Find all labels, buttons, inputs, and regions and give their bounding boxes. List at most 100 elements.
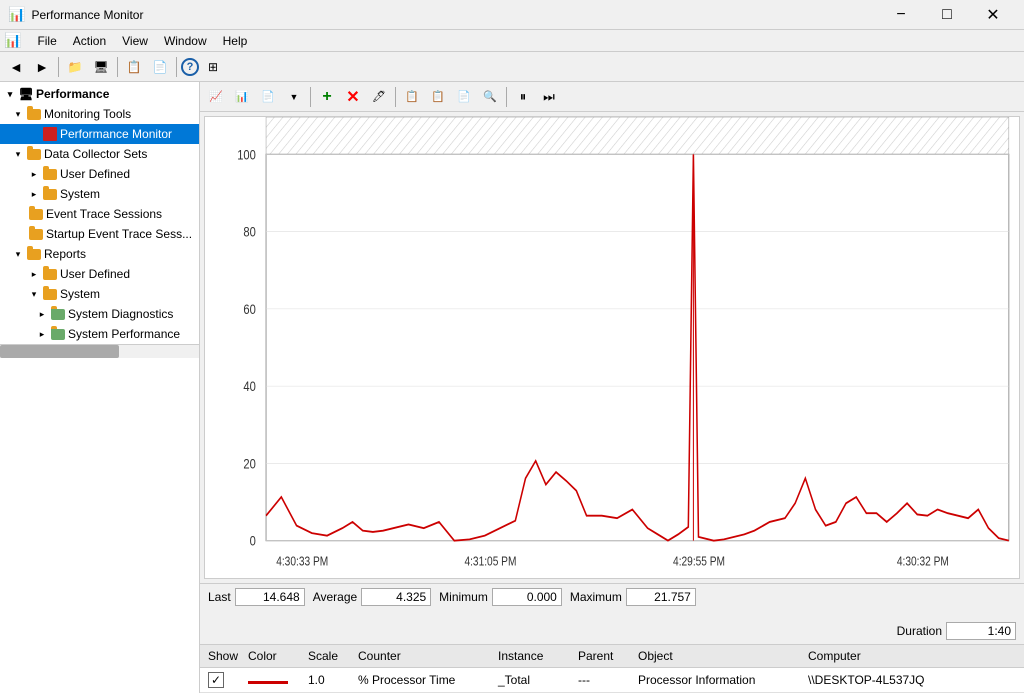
menu-action[interactable]: Action (65, 32, 114, 50)
set-label: Startup Event Trace Sess... (46, 227, 192, 241)
next-button[interactable]: ⏭ (537, 85, 561, 109)
root-icon: 🖥 (18, 86, 34, 102)
svg-text:40: 40 (243, 379, 255, 394)
sp-label: System Performance (68, 327, 180, 341)
menu-help[interactable]: Help (215, 32, 256, 50)
row-color (244, 671, 304, 689)
sd-icon (50, 306, 66, 322)
sidebar-item-reports[interactable]: ▾ Reports (0, 244, 199, 264)
svg-text:4:29:55 PM: 4:29:55 PM (673, 556, 725, 569)
menu-view[interactable]: View (114, 32, 156, 50)
view-histogram-button[interactable]: 📊 (230, 85, 254, 109)
zoom-button[interactable]: 🔍 (478, 85, 502, 109)
highlight-button[interactable]: 🖊 (367, 85, 391, 109)
last-value: 14.648 (235, 588, 305, 606)
sidebar-item-startup-event-trace[interactable]: Startup Event Trace Sess... (0, 224, 199, 244)
back-button[interactable]: ◄ (4, 55, 28, 79)
forward-button[interactable]: ► (30, 55, 54, 79)
rsys-arrow[interactable]: ▾ (28, 288, 40, 300)
chart-properties-button[interactable]: 📄 (452, 85, 476, 109)
root-arrow[interactable]: ▾ (4, 88, 16, 100)
sidebar-item-system-dcs[interactable]: ▸ System (0, 184, 199, 204)
stats-bar: Last 14.648 Average 4.325 Minimum 0.000 … (200, 583, 1024, 644)
monitoring-tools-arrow[interactable]: ▾ (12, 108, 24, 120)
up-button[interactable]: 📁 (63, 55, 87, 79)
header-counter: Counter (354, 647, 494, 665)
svg-text:4:30:33 PM: 4:30:33 PM (276, 556, 328, 569)
extra-button[interactable]: ⊞ (201, 55, 225, 79)
chart-toolbar: 📈 📊 📄 ▼ + ✕ 🖊 📋 📋 📄 🔍 ⏸ ⏭ (200, 82, 1024, 112)
rep-label: Reports (44, 247, 86, 261)
monitoring-tools-label: Monitoring Tools (44, 107, 131, 121)
sidebar-item-reports-user-defined[interactable]: ▸ User Defined (0, 264, 199, 284)
rsys-icon (42, 286, 58, 302)
header-instance: Instance (494, 647, 574, 665)
row-counter: % Processor Time (354, 671, 494, 689)
help-button[interactable]: ? (181, 58, 199, 76)
row-instance: _Total (494, 671, 574, 689)
minimize-button[interactable]: − (878, 0, 924, 30)
counter-table: Show Color Scale Counter Instance Parent… (200, 644, 1024, 693)
sp-arrow[interactable]: ▸ (36, 328, 48, 340)
sidebar-scrollbar[interactable] (0, 344, 199, 358)
monitoring-tools-icon (26, 106, 42, 122)
last-label: Last (208, 590, 231, 604)
chart-area: 100 80 60 40 20 0 4:30:33 PM 4:31:05 PM … (204, 116, 1020, 579)
view-report-button[interactable]: 📄 (256, 85, 280, 109)
sidebar-item-system-diagnostics[interactable]: ▸ System Diagnostics (0, 304, 199, 324)
row-computer: \\DESKTOP-4L537JQ (804, 671, 1020, 689)
ud-arrow[interactable]: ▸ (28, 168, 40, 180)
menu-window[interactable]: Window (156, 32, 215, 50)
show-checkbox[interactable]: ✓ (208, 672, 224, 688)
sidebar-item-monitoring-tools[interactable]: ▾ Monitoring Tools (0, 104, 199, 124)
menu-file[interactable]: File (29, 32, 64, 50)
ct-sep1 (310, 87, 311, 107)
stat-last: Last 14.648 (208, 588, 305, 606)
sidebar-root[interactable]: ▾ 🖥 Performance (0, 84, 199, 104)
view-dropdown-button[interactable]: ▼ (282, 85, 306, 109)
maximize-button[interactable]: □ (924, 0, 970, 30)
duration-value: 1:40 (946, 622, 1016, 640)
add-counter-button[interactable]: + (315, 85, 339, 109)
toolbar-separator-1 (58, 57, 59, 77)
dcs-label: Data Collector Sets (44, 147, 147, 161)
toolbar-separator-3 (176, 57, 177, 77)
copy-props-button[interactable]: 📋 (400, 85, 424, 109)
view-graph-button[interactable]: 📈 (204, 85, 228, 109)
main-container: ▾ 🖥 Performance ▾ Monitoring Tools ▸ Per… (0, 82, 1024, 693)
sidebar-item-data-collector-sets[interactable]: ▾ Data Collector Sets (0, 144, 199, 164)
close-button[interactable]: ✕ (970, 0, 1016, 30)
svg-text:80: 80 (243, 225, 255, 240)
average-value: 4.325 (361, 588, 431, 606)
rud-arrow[interactable]: ▸ (28, 268, 40, 280)
sidebar-item-reports-system[interactable]: ▾ System (0, 284, 199, 304)
sidebar-item-user-defined[interactable]: ▸ User Defined (0, 164, 199, 184)
pm-icon (42, 126, 58, 142)
properties-button[interactable]: 📄 (148, 55, 172, 79)
rsys-label: System (60, 287, 100, 301)
svg-text:0: 0 (250, 534, 256, 549)
sys-dcs-label: System (60, 187, 100, 201)
sd-arrow[interactable]: ▸ (36, 308, 48, 320)
freeze-button[interactable]: ⏸ (511, 85, 535, 109)
header-object: Object (634, 647, 804, 665)
sys-dcs-arrow[interactable]: ▸ (28, 188, 40, 200)
collapse-button[interactable]: 📋 (122, 55, 146, 79)
delete-counter-button[interactable]: ✕ (341, 85, 365, 109)
maximum-label: Maximum (570, 590, 622, 604)
maximum-value: 21.757 (626, 588, 696, 606)
dcs-arrow[interactable]: ▾ (12, 148, 24, 160)
show-desktop-button[interactable]: 🖥 (89, 55, 113, 79)
rep-arrow[interactable]: ▾ (12, 248, 24, 260)
sidebar-item-system-performance[interactable]: ▸ System Performance (0, 324, 199, 344)
sidebar-item-event-trace[interactable]: Event Trace Sessions (0, 204, 199, 224)
paste-props-button[interactable]: 📋 (426, 85, 450, 109)
color-indicator (248, 681, 288, 684)
counter-table-header: Show Color Scale Counter Instance Parent… (200, 645, 1024, 668)
window-title: Performance Monitor (31, 8, 878, 22)
header-parent: Parent (574, 647, 634, 665)
table-row[interactable]: ✓ 1.0 % Processor Time _Total --- Proces… (200, 668, 1024, 693)
header-color: Color (244, 647, 304, 665)
sidebar-item-performance-monitor[interactable]: ▸ Performance Monitor (0, 124, 199, 144)
main-toolbar: ◄ ► 📁 🖥 📋 📄 ? ⊞ (0, 52, 1024, 82)
